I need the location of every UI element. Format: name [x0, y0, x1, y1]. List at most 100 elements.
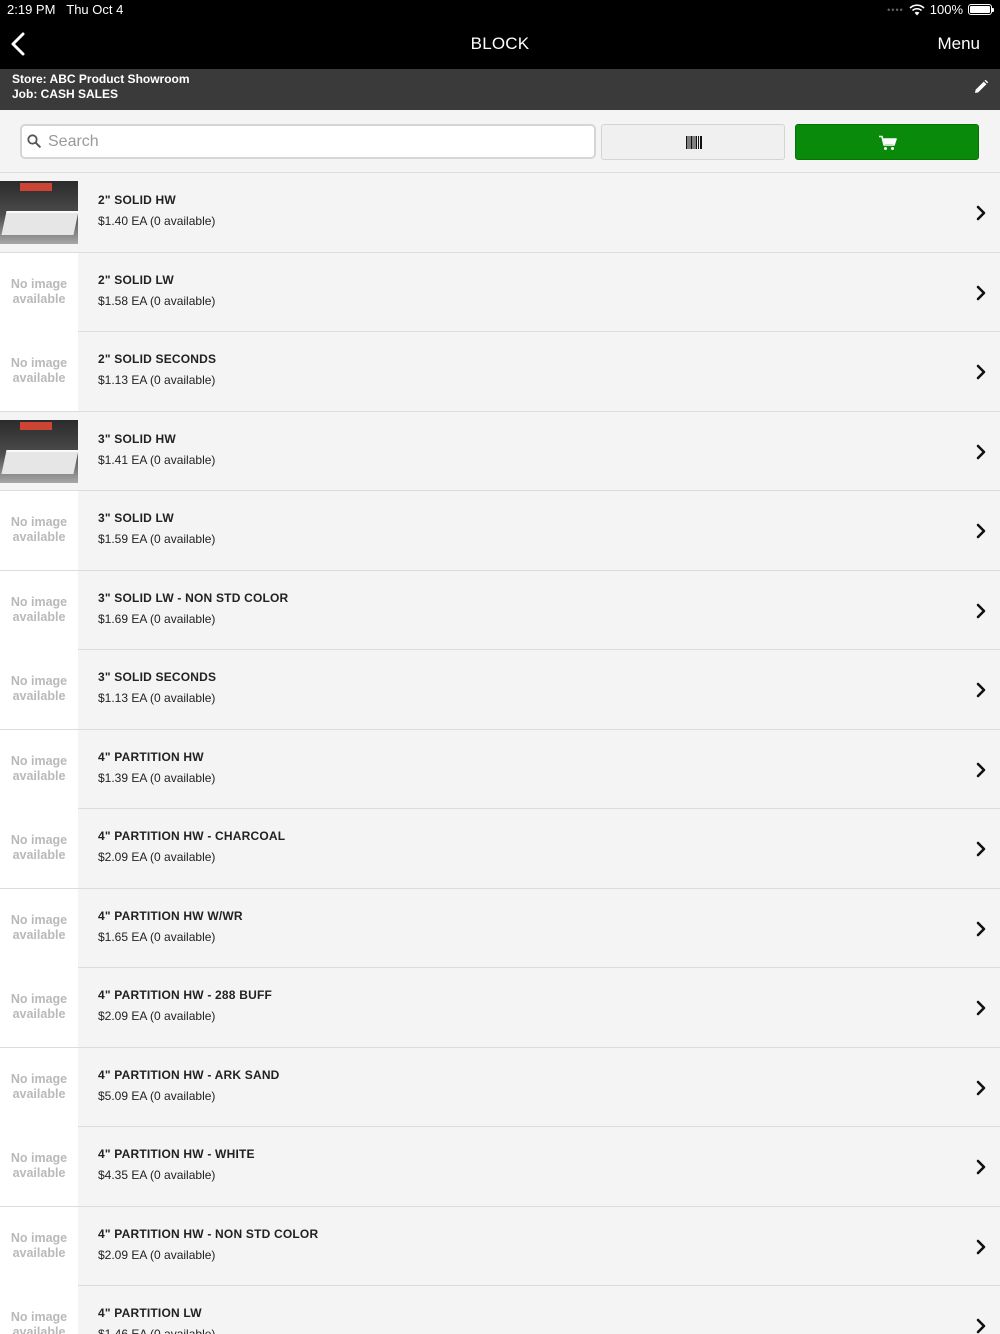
status-clock: 2:19 PM — [7, 2, 56, 17]
product-row[interactable]: No image available 4" PARTITION HW $1.39 E… — [0, 729, 1000, 809]
no-image-placeholder: No image available — [0, 968, 78, 1047]
no-image-placeholder: No image available — [0, 1206, 78, 1286]
chevron-right-icon — [976, 1000, 986, 1016]
product-name: 4" PARTITION HW - WHITE — [98, 1147, 255, 1161]
product-name: 4" PARTITION HW W/WR — [98, 908, 243, 923]
product-price: $1.58 EA (0 available) — [98, 293, 216, 308]
menu-button[interactable]: Menu — [937, 34, 980, 54]
product-row[interactable]: No image available 4" PARTITION HW - CHAR… — [0, 809, 1000, 889]
wifi-icon — [909, 3, 925, 15]
product-price: $5.09 EA (0 available) — [98, 1088, 216, 1103]
search-box[interactable] — [20, 124, 596, 159]
brand-logo-icon — [20, 183, 52, 191]
product-price: $4.35 EA (0 available) — [98, 1168, 216, 1182]
product-price: $1.39 EA (0 available) — [98, 770, 216, 785]
product-price: $2.09 EA (0 available) — [98, 1247, 216, 1262]
no-image-placeholder: No image available — [0, 1127, 78, 1206]
chevron-right-icon — [976, 523, 986, 539]
product-name: 4" PARTITION HW — [98, 749, 204, 764]
no-image-placeholder: No image available — [0, 491, 78, 570]
product-name: 4" PARTITION HW - 288 BUFF — [98, 988, 273, 1002]
product-thumbnail — [0, 181, 78, 244]
chevron-right-icon — [976, 205, 986, 221]
search-toolbar — [0, 110, 1000, 173]
product-price: $1.65 EA (0 available) — [98, 929, 216, 944]
barcode-scan-button[interactable] — [601, 124, 785, 160]
chevron-right-icon — [976, 682, 986, 698]
product-name: 3" SOLID HW — [98, 431, 176, 446]
job-label: Job: CASH SALES — [12, 87, 119, 101]
product-row[interactable]: No image available 3" SOLID SECONDS $1.13 … — [0, 650, 1000, 730]
product-name: 3" SOLID LW — [98, 511, 174, 525]
product-list: 2" SOLID HW $1.40 EA (0 available) No imag… — [0, 173, 1000, 1334]
product-price: $1.41 EA (0 available) — [98, 452, 216, 467]
product-row[interactable]: No image available 3" SOLID LW - NON STD … — [0, 570, 1000, 650]
no-image-placeholder: No image available — [0, 1286, 78, 1334]
product-row[interactable]: No image available 4" PARTITION HW - WHIT… — [0, 1127, 1000, 1207]
status-indicators: •••• 100% — [887, 2, 994, 17]
search-icon — [27, 134, 41, 148]
product-row[interactable]: No image available 4" PARTITION HW - NON … — [0, 1206, 1000, 1286]
barcode-icon — [686, 136, 702, 149]
product-thumbnail — [0, 419, 78, 483]
chevron-right-icon — [976, 762, 986, 777]
product-row[interactable]: 3" SOLID HW $1.41 EA (0 available) — [0, 411, 1000, 491]
product-price: $1.46 EA (0 available) — [98, 1327, 216, 1334]
chevron-right-icon — [976, 1318, 986, 1334]
product-name: 4" PARTITION LW — [98, 1306, 202, 1320]
no-image-placeholder: No image available — [0, 1047, 78, 1127]
product-row[interactable]: No image available 4" PARTITION HW - 288 … — [0, 968, 1000, 1048]
product-name: 3" SOLID SECONDS — [98, 670, 217, 684]
product-price: $1.69 EA (0 available) — [98, 611, 216, 626]
navigation-bar: 2:19 PM Thu Oct 4 •••• 100% BLOCK Menu — [0, 0, 1000, 69]
product-name: 4" PARTITION HW - CHARCOAL — [98, 829, 286, 843]
chevron-right-icon — [976, 1239, 986, 1254]
no-image-placeholder: No image available — [0, 332, 78, 411]
no-image-placeholder: No image available — [0, 252, 78, 332]
no-image-placeholder: No image available — [0, 729, 78, 809]
product-name: 4" PARTITION HW - ARK SAND — [98, 1067, 280, 1082]
no-image-placeholder: No image available — [0, 809, 78, 888]
chevron-right-icon — [976, 444, 986, 459]
product-price: $2.09 EA (0 available) — [98, 1009, 216, 1023]
signal-icon: •••• — [887, 4, 904, 15]
cart-button[interactable] — [795, 124, 979, 160]
product-price: $1.59 EA (0 available) — [98, 532, 216, 546]
brand-logo-icon — [20, 421, 52, 430]
chevron-right-icon — [976, 603, 986, 618]
chevron-right-icon — [976, 921, 986, 936]
shopping-cart-icon — [879, 135, 897, 150]
chevron-right-icon — [976, 841, 986, 857]
status-date: Thu Oct 4 — [66, 2, 124, 17]
battery-icon — [968, 4, 994, 15]
page-title: BLOCK — [470, 34, 530, 53]
product-name: 4" PARTITION HW - NON STD COLOR — [98, 1226, 319, 1241]
no-image-placeholder: No image available — [0, 570, 78, 650]
chevron-right-icon — [976, 285, 986, 300]
product-price: $1.13 EA (0 available) — [98, 373, 216, 387]
search-input[interactable] — [48, 131, 588, 153]
product-row[interactable]: No image available 4" PARTITION HW W/WR $1… — [0, 888, 1000, 968]
pencil-icon[interactable] — [973, 79, 989, 95]
product-price: $1.13 EA (0 available) — [98, 691, 216, 705]
product-row[interactable]: No image available 3" SOLID LW $1.59 EA (0… — [0, 491, 1000, 571]
product-row[interactable]: No image available 2" SOLID LW $1.58 EA (0… — [0, 252, 1000, 332]
no-image-placeholder: No image available — [0, 888, 78, 968]
status-time: 2:19 PM Thu Oct 4 — [7, 2, 123, 17]
product-row[interactable]: No image available 2" SOLID SECONDS $1.13 … — [0, 332, 1000, 412]
product-price: $1.40 EA (0 available) — [98, 214, 216, 228]
battery-percent: 100% — [929, 2, 963, 17]
product-row[interactable]: No image available 4" PARTITION LW $1.46 E… — [0, 1286, 1000, 1334]
product-row[interactable]: No image available 4" PARTITION HW - ARK … — [0, 1047, 1000, 1127]
product-name: 2" SOLID SECONDS — [98, 352, 217, 366]
block-product-image — [1, 211, 78, 235]
block-product-image — [1, 449, 78, 474]
product-price: $2.09 EA (0 available) — [98, 850, 216, 864]
product-name: 2" SOLID LW — [98, 272, 174, 287]
chevron-right-icon — [976, 1159, 986, 1175]
chevron-right-icon — [976, 1080, 986, 1095]
no-image-placeholder: No image available — [0, 650, 78, 729]
chevron-right-icon — [976, 364, 986, 380]
product-row[interactable]: 2" SOLID HW $1.40 EA (0 available) — [0, 173, 1000, 253]
store-info-bar: Store: ABC Product Showroom Job: CASH SA… — [0, 69, 1000, 110]
